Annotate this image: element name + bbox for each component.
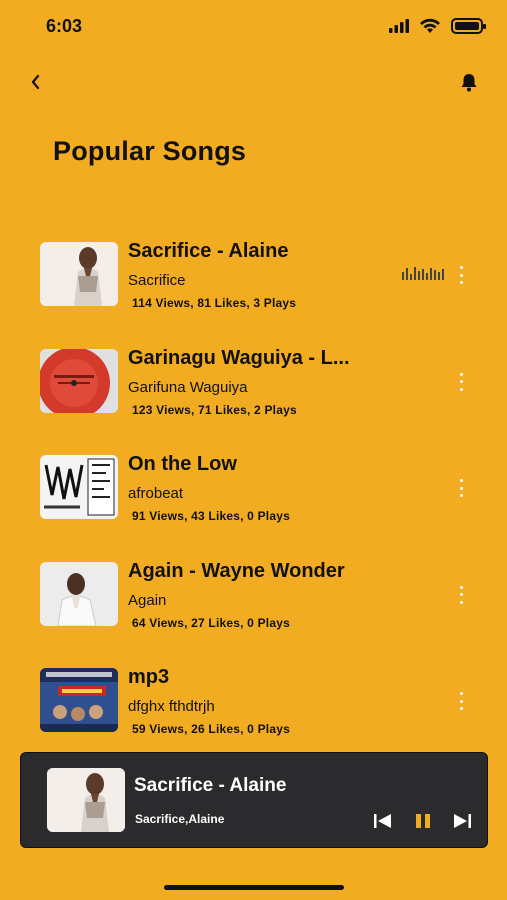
bell-icon	[461, 74, 477, 92]
signal-icon	[389, 19, 409, 33]
more-options-icon[interactable]	[454, 692, 468, 711]
now-playing-artwork	[47, 768, 125, 832]
song-title: Sacrifice - Alaine	[128, 240, 289, 262]
song-stats: 59 Views, 26 Likes, 0 Plays	[132, 722, 290, 737]
status-time: 6:03	[46, 16, 83, 36]
home-indicator[interactable]	[164, 885, 344, 890]
chevron-left-icon	[31, 74, 40, 90]
status-icons	[389, 18, 486, 34]
song-stats: 64 Views, 27 Likes, 0 Plays	[132, 615, 290, 630]
song-title: mp3	[128, 666, 170, 689]
song-artwork	[40, 668, 118, 733]
song-album: dfghx fthdtrjh	[128, 698, 215, 716]
song-title: On the Low	[128, 453, 237, 476]
song-artwork	[40, 242, 118, 306]
more-options-icon[interactable]	[454, 372, 468, 391]
more-options-icon[interactable]	[454, 266, 468, 284]
song-row[interactable]: mp3 dfghx fthdtrjh 59 Views, 26 Likes, 0…	[0, 660, 507, 767]
song-album: Again	[128, 591, 167, 609]
battery-icon	[451, 18, 486, 34]
next-track-button[interactable]	[452, 812, 472, 835]
equalizer-icon	[402, 267, 444, 280]
previous-track-button[interactable]	[373, 812, 393, 835]
notifications-button[interactable]	[459, 72, 479, 97]
song-title: Again - Wayne Wonder	[128, 559, 345, 582]
song-artwork	[40, 561, 118, 626]
song-album: Sacrifice	[128, 272, 186, 289]
song-stats: 91 Views, 43 Likes, 0 Plays	[132, 509, 290, 524]
now-playing-title: Sacrifice - Alaine	[134, 775, 287, 796]
song-artwork	[40, 348, 118, 413]
song-row[interactable]: Garinagu Waguiya - L... Garifuna Waguiya…	[0, 341, 507, 448]
song-row[interactable]: Sacrifice - Alaine Sacrifice 114 Views, …	[0, 234, 507, 341]
song-row[interactable]: Again - Wayne Wonder Again 64 Views, 27 …	[0, 554, 507, 661]
song-row[interactable]: On the Low afrobeat 91 Views, 43 Likes, …	[0, 447, 507, 554]
pause-button[interactable]	[414, 812, 432, 835]
now-playing-bar[interactable]: Sacrifice - Alaine Sacrifice,Alaine	[20, 752, 488, 848]
now-playing-subtitle: Sacrifice,Alaine	[135, 812, 225, 826]
skip-next-icon	[454, 814, 471, 828]
song-stats: 123 Views, 71 Likes, 2 Plays	[132, 402, 297, 417]
screen: 6:03 Popular Songs Sacrifice - Alaine Sa…	[0, 0, 507, 900]
wifi-icon	[420, 18, 440, 33]
more-options-icon[interactable]	[454, 479, 468, 498]
pause-icon	[416, 814, 430, 828]
song-album: afrobeat	[128, 485, 184, 503]
song-list: Sacrifice - Alaine Sacrifice 114 Views, …	[0, 234, 507, 767]
song-album: Garifuna Waguiya	[128, 378, 248, 396]
song-artwork	[40, 455, 118, 520]
song-stats: 114 Views, 81 Likes, 3 Plays	[132, 296, 297, 310]
more-options-icon[interactable]	[454, 585, 468, 604]
page-title: Popular Songs	[53, 136, 247, 166]
back-button[interactable]	[30, 70, 40, 96]
song-title: Garinagu Waguiya - L...	[128, 346, 350, 369]
skip-previous-icon	[374, 814, 391, 828]
